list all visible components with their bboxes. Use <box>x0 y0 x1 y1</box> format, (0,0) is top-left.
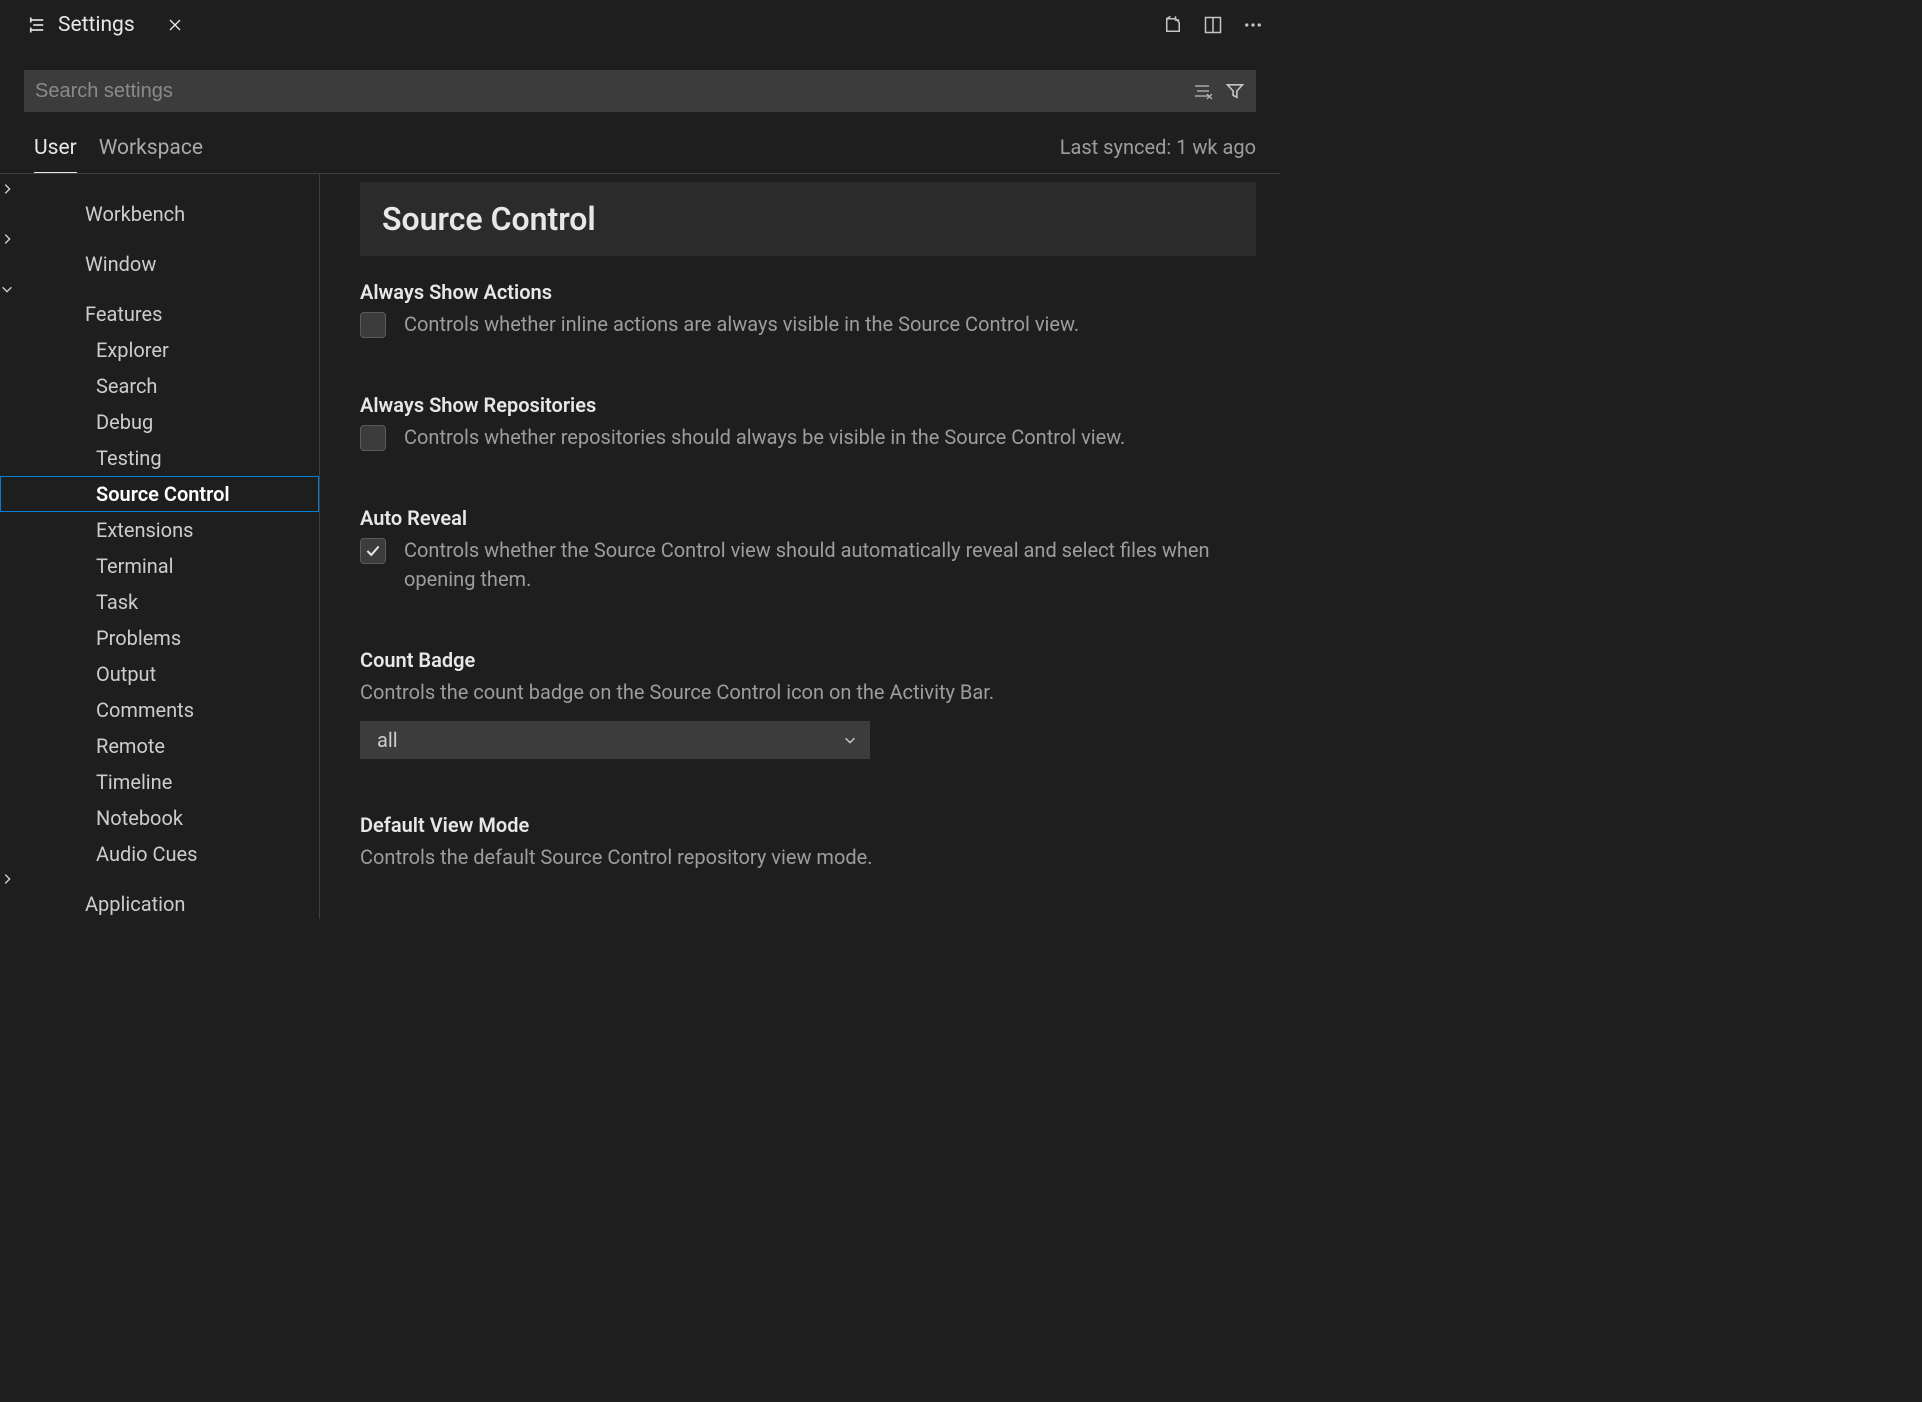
settings-tree: Workbench Window Features Explorer Search Deb… <box>0 174 320 919</box>
checkbox[interactable] <box>360 425 386 451</box>
tree-item-label: Extensions <box>96 518 193 542</box>
setting-title: Always Show Repositories <box>360 393 1256 417</box>
scope-tab-workspace[interactable]: Workspace <box>99 130 203 173</box>
tree-item-comments[interactable]: Comments <box>0 692 319 728</box>
tree-item-testing[interactable]: Testing <box>0 440 319 476</box>
search-row <box>0 50 1280 124</box>
setting-always-show-actions: Always Show Actions Controls whether inli… <box>360 280 1256 339</box>
tree-item-label: Explorer <box>96 338 169 362</box>
chevron-right-icon <box>0 232 319 246</box>
chevron-right-icon <box>0 872 319 886</box>
setting-desc: Controls the default Source Control repo… <box>360 843 1256 872</box>
checkbox[interactable] <box>360 538 386 564</box>
scope-tab-user[interactable]: User <box>34 130 77 173</box>
tree-item-window[interactable]: Window <box>0 246 319 282</box>
tree-item-label: Terminal <box>96 554 174 578</box>
tree-item-label: Workbench <box>85 202 185 226</box>
filter-icon[interactable] <box>1225 81 1245 101</box>
tab-group: Settings <box>10 0 201 50</box>
tree-item-label: Remote <box>96 734 165 758</box>
setting-title: Auto Reveal <box>360 506 1256 530</box>
chevron-down-icon <box>0 282 319 296</box>
setting-desc: Controls the count badge on the Source C… <box>360 678 1256 707</box>
checkbox[interactable] <box>360 312 386 338</box>
setting-title: Always Show Actions <box>360 280 1256 304</box>
tree-item-label: Debug <box>96 410 153 434</box>
tree-item-explorer[interactable]: Explorer <box>0 332 319 368</box>
tree-item-label: Audio Cues <box>96 842 197 866</box>
section-title: Source Control <box>382 200 1234 238</box>
scope-row: User Workspace Last synced: 1 wk ago <box>0 124 1280 174</box>
tree-item-remote[interactable]: Remote <box>0 728 319 764</box>
tree-item-features[interactable]: Features <box>0 296 319 332</box>
setting-desc: Controls whether the Source Control view… <box>404 536 1256 594</box>
select-count-badge[interactable]: all <box>360 721 870 759</box>
chevron-down-icon <box>843 733 857 747</box>
tree-item-label: Timeline <box>96 770 172 794</box>
search-input-wrap <box>24 70 1256 112</box>
tree-item-timeline[interactable]: Timeline <box>0 764 319 800</box>
search-input[interactable] <box>35 80 1193 103</box>
setting-default-view-mode: Default View Mode Controls the default So… <box>360 813 1256 872</box>
tree-item-terminal[interactable]: Terminal <box>0 548 319 584</box>
tree-item-output[interactable]: Output <box>0 656 319 692</box>
tree-item-label: Notebook <box>96 806 183 830</box>
title-actions <box>1162 14 1270 36</box>
setting-desc: Controls whether repositories should alw… <box>404 423 1125 452</box>
tree-item-audio-cues[interactable]: Audio Cues <box>0 836 319 872</box>
split-editor-icon[interactable] <box>1202 14 1224 36</box>
titlebar: Settings <box>0 0 1280 50</box>
tree-item-label: Search <box>96 374 157 398</box>
tree-item-label: Application <box>85 892 185 916</box>
tree-item-label: Testing <box>96 446 162 470</box>
section-header: Source Control <box>360 182 1256 256</box>
more-icon[interactable] <box>1242 14 1264 36</box>
tree-item-debug[interactable]: Debug <box>0 404 319 440</box>
tree-item-workbench[interactable]: Workbench <box>0 196 319 232</box>
select-value: all <box>377 728 398 752</box>
tree-item-label: Output <box>96 662 156 686</box>
setting-always-show-repositories: Always Show Repositories Controls whether… <box>360 393 1256 452</box>
chevron-right-icon <box>0 182 319 196</box>
tree-item-label: Problems <box>96 626 181 650</box>
tree-item-extensions[interactable]: Extensions <box>0 512 319 548</box>
sync-status: Last synced: 1 wk ago <box>1060 135 1256 169</box>
tree-item-label: Comments <box>96 698 194 722</box>
tree-item-label: Source Control <box>96 482 230 506</box>
tree-item-label: Features <box>85 302 162 326</box>
tree-item-label: Task <box>96 590 138 614</box>
open-changes-icon[interactable] <box>1162 14 1184 36</box>
setting-title: Count Badge <box>360 648 1256 672</box>
tree-item-search[interactable]: Search <box>0 368 319 404</box>
clear-search-icon[interactable] <box>1193 81 1213 101</box>
setting-auto-reveal: Auto Reveal Controls whether the Source C… <box>360 506 1256 594</box>
settings-content: Source Control Always Show Actions Contro… <box>320 174 1280 919</box>
tree-item-notebook[interactable]: Notebook <box>0 800 319 836</box>
setting-count-badge: Count Badge Controls the count badge on t… <box>360 648 1256 759</box>
settings-list-icon <box>26 14 48 36</box>
tree-item-source-control[interactable]: Source Control <box>0 476 319 512</box>
tree-item-application[interactable]: Application <box>0 886 319 919</box>
setting-desc: Controls whether inline actions are alwa… <box>404 310 1079 339</box>
tree-item-problems[interactable]: Problems <box>0 620 319 656</box>
close-icon[interactable] <box>165 15 185 35</box>
tab-settings[interactable]: Settings <box>10 0 201 50</box>
setting-title: Default View Mode <box>360 813 1256 837</box>
tree-item-task[interactable]: Task <box>0 584 319 620</box>
tree-item-label: Window <box>85 252 156 276</box>
tab-label: Settings <box>58 13 135 37</box>
